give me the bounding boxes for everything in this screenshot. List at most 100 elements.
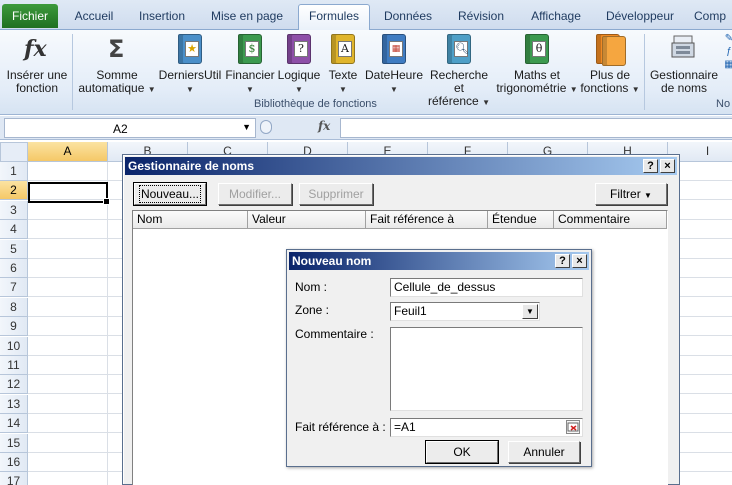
recently-used-button[interactable]: ★ DerniersUtil ▼ [158,32,222,96]
tab-insertion[interactable]: Insertion [128,5,196,30]
column-header-a[interactable]: A [28,142,108,162]
row-header-7[interactable]: 7 [0,278,28,298]
insert-function-fx-icon[interactable]: fx [318,119,330,133]
chevron-down-icon: ▼ [631,85,640,94]
delete-name-button[interactable]: Supprimer [299,183,373,205]
row-header-1[interactable]: 1 [0,162,28,181]
formula-input[interactable] [340,118,732,138]
name-box[interactable]: A2 ▼ [4,118,256,138]
help-button[interactable]: ? [555,254,570,268]
recently-used-book-icon: ★ [174,32,206,66]
tab-accueil[interactable]: Accueil [62,5,126,30]
logical-button[interactable]: ? Logique ▼ [276,32,322,96]
ribbon-separator [644,34,645,110]
chevron-down-icon: ▼ [339,85,347,94]
define-name-icon[interactable]: ✎ ƒ ▦ [722,32,732,71]
tab-donnees[interactable]: Données [374,5,442,30]
row-header-5[interactable]: 5 [0,239,28,259]
chevron-down-icon[interactable]: ▼ [242,122,251,132]
name-field[interactable]: Cellule_de_dessus [390,278,583,297]
row-header-9[interactable]: 9 [0,317,28,337]
chevron-down-icon: ▼ [644,191,652,200]
row-header-14[interactable]: 14 [0,414,28,434]
text-book-icon: A [327,32,359,66]
row-header-16[interactable]: 16 [0,453,28,472]
new-name-button[interactable]: Nouveau... [133,182,207,206]
comment-label: Commentaire : [295,327,374,341]
comment-textarea[interactable] [390,327,583,411]
ribbon-separator [72,34,73,110]
financial-book-icon: $ [234,32,266,66]
scope-label: Zone : [295,303,330,317]
row-header-11[interactable]: 11 [0,356,28,375]
column-header-refers-to[interactable]: Fait référence à [366,211,488,229]
lookup-reference-button[interactable]: 🔍︎ Recherche et référence ▼ [424,32,494,109]
row-header-3[interactable]: 3 [0,200,28,220]
svg-text:Σ: Σ [108,35,124,63]
formula-bar: A2 ▼ fx [0,116,732,140]
tab-mise-en-page[interactable]: Mise en page [202,5,292,30]
new-name-dialog: Nouveau nom ? × Nom : Cellule_de_dessus … [286,249,592,467]
math-trig-book-icon: θ [521,32,553,66]
row-header-6[interactable]: 6 [0,259,28,278]
close-button[interactable]: × [660,159,675,173]
tab-fichier[interactable]: Fichier [2,4,58,28]
group-label-defined-names: No [716,98,731,110]
formula-bar-expand-handle[interactable] [260,120,272,134]
column-header-value[interactable]: Valeur [248,211,366,229]
column-header-scope[interactable]: Étendue [488,211,554,229]
tab-complements[interactable]: Comp [694,5,732,30]
more-functions-button[interactable]: Plus de fonctions ▼ [578,32,642,96]
column-header-name[interactable]: Nom [133,211,248,229]
close-button[interactable]: × [572,254,587,268]
tab-developpeur[interactable]: Développeur [598,5,682,30]
selected-cell-a2[interactable] [28,182,110,205]
row-header-8[interactable]: 8 [0,297,28,317]
scope-select[interactable]: Feuil1 ▼ [390,302,540,321]
filter-button[interactable]: Filtrer ▼ [595,183,667,205]
more-functions-book-icon [594,32,626,66]
cancel-button[interactable]: Annuler [508,441,580,463]
help-button[interactable]: ? [643,159,658,173]
chevron-down-icon: ▼ [390,85,398,94]
row-header-13[interactable]: 13 [0,394,28,414]
name-manager-button[interactable]: Gestionnaire de noms [648,32,720,95]
edit-name-button[interactable]: Modifier... [218,183,292,205]
row-header-17[interactable]: 17 [0,472,28,485]
svg-text:fx: fx [22,36,47,62]
math-trig-button[interactable]: θ Maths et trigonométrie ▼ [494,32,580,96]
date-time-button[interactable]: ▦ DateHeure ▼ [364,32,424,96]
ok-button[interactable]: OK [425,440,499,464]
name-manager-dialog-title: Gestionnaire de noms ? × [125,157,677,175]
lookup-reference-book-icon: 🔍︎ [443,32,475,66]
row-header-15[interactable]: 15 [0,433,28,453]
new-name-dialog-title: Nouveau nom ? × [289,252,589,270]
tab-revision[interactable]: Révision [448,5,514,30]
refers-to-field[interactable]: =A1 [390,418,583,437]
sigma-icon: Σ [101,32,133,66]
name-label: Nom : [295,280,328,294]
row-header-12[interactable]: 12 [0,375,28,395]
name-manager-icon [668,32,700,66]
collapse-dialog-icon[interactable] [566,420,580,434]
autosum-button[interactable]: Σ Somme automatique ▼ [78,32,156,96]
column-header-comment[interactable]: Commentaire [554,211,667,229]
select-all-corner[interactable] [0,142,28,162]
chevron-down-icon: ▼ [246,85,254,94]
ribbon-formules: fx Insérer une fonction Σ Somme automati… [0,30,732,115]
date-time-book-icon: ▦ [378,32,410,66]
text-button[interactable]: A Texte ▼ [324,32,362,96]
tab-formules[interactable]: Formules [298,4,370,30]
chevron-down-icon[interactable]: ▼ [522,304,538,319]
chevron-down-icon: ▼ [186,85,194,94]
insert-function-button[interactable]: fx Insérer une fonction [4,32,70,95]
tab-affichage[interactable]: Affichage [520,5,592,30]
logical-book-icon: ? [283,32,315,66]
row-header-4[interactable]: 4 [0,220,28,240]
financial-button[interactable]: $ Financier ▼ [224,32,276,96]
chevron-down-icon: ▼ [295,85,303,94]
chevron-down-icon: ▼ [482,98,490,107]
row-header-2[interactable]: 2 [0,181,28,201]
gridline-vertical [107,162,108,485]
row-header-10[interactable]: 10 [0,336,28,356]
